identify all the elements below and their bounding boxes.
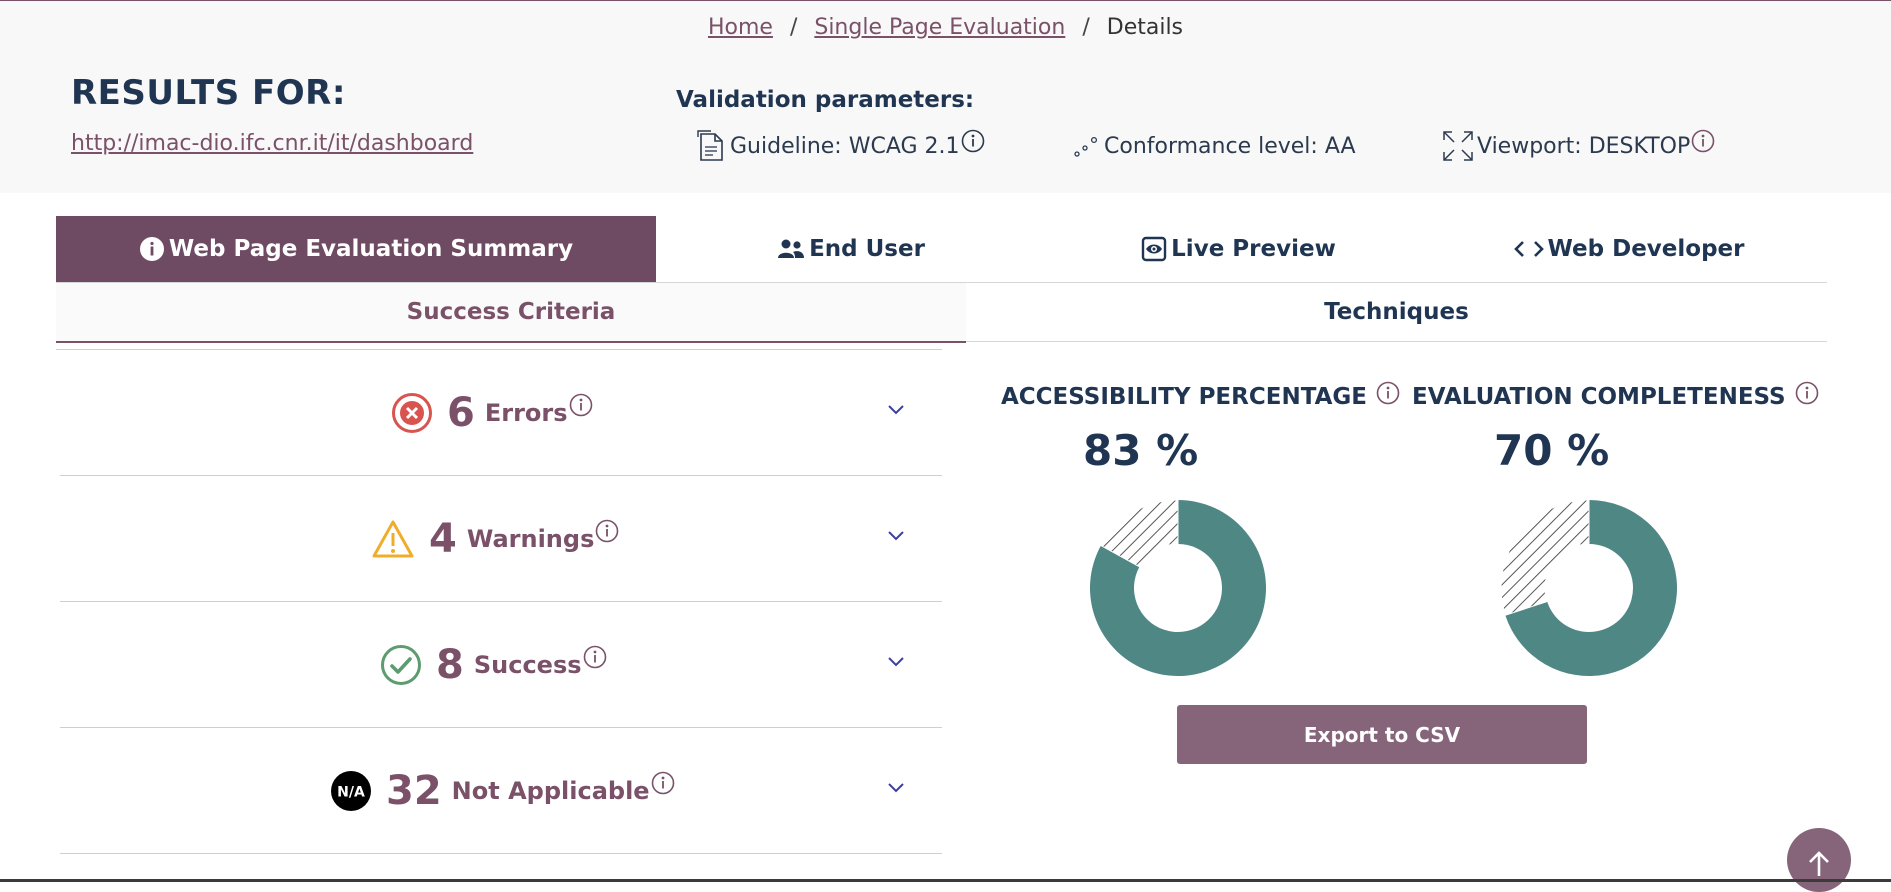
breadcrumb-home-link[interactable]: Home	[708, 15, 773, 40]
eye-icon	[1141, 236, 1167, 262]
info-icon[interactable]	[1690, 128, 1716, 154]
conformance-dots-icon	[1074, 136, 1098, 157]
errors-label: Errors	[484, 398, 568, 427]
criteria-row-success[interactable]: 8 Success	[60, 602, 942, 728]
error-x-circle-icon	[392, 392, 432, 433]
na-badge-text: N/A	[337, 784, 365, 800]
tab-web-developer[interactable]: Web Developer	[1431, 216, 1827, 282]
check-circle-icon	[381, 644, 421, 685]
success-label: Success	[473, 650, 582, 679]
results-header: Home / Single Page Evaluation / Details …	[0, 1, 1891, 193]
subtab-techniques[interactable]: Techniques	[966, 283, 1827, 342]
success-count: 8	[436, 641, 464, 688]
info-icon[interactable]	[650, 770, 676, 796]
evaluated-url-link[interactable]: http://imac-dio.ifc.cnr.it/it/dashboard	[71, 131, 473, 156]
breadcrumb-single-page-link[interactable]: Single Page Evaluation	[814, 15, 1065, 40]
criteria-row-warnings[interactable]: 4 Warnings	[60, 476, 942, 602]
validation-parameters-title: Validation parameters:	[676, 87, 975, 113]
criteria-summary: 4 Warnings	[371, 476, 620, 601]
info-icon[interactable]	[594, 518, 620, 544]
tab-label: Live Preview	[1171, 236, 1336, 262]
export-csv-button[interactable]: Export to CSV	[1177, 705, 1587, 764]
arrow-up-icon	[1809, 851, 1829, 876]
people-icon	[778, 239, 805, 258]
chevron-down-icon[interactable]	[886, 528, 906, 542]
expand-arrows-icon	[1443, 131, 1473, 161]
completeness-donut-chart	[1500, 499, 1677, 676]
metric-title-text: ACCESSIBILITY PERCENTAGE	[1001, 384, 1367, 410]
tab-live-preview[interactable]: Live Preview	[1046, 216, 1431, 282]
breadcrumb-separator: /	[1082, 15, 1090, 40]
chevron-down-icon[interactable]	[886, 780, 906, 794]
info-icon[interactable]	[1375, 380, 1401, 406]
guideline-param: Guideline: WCAG 2.1	[696, 129, 986, 163]
conformance-label: Conformance level: AA	[1104, 133, 1356, 159]
document-icon	[697, 130, 723, 161]
subtab-success-criteria[interactable]: Success Criteria	[56, 283, 966, 343]
tab-label: Web Developer	[1547, 236, 1745, 262]
accessibility-percentage-title: ACCESSIBILITY PERCENTAGE	[1001, 381, 1401, 410]
conformance-param: Conformance level: AA	[1072, 129, 1356, 163]
main-tabs: Web Page Evaluation Summary End User Liv…	[56, 216, 1827, 283]
tab-end-user[interactable]: End User	[656, 216, 1046, 282]
accessibility-donut-chart	[1090, 499, 1266, 676]
warning-triangle-icon	[372, 520, 414, 557]
evaluation-completeness-value: 70 %	[1494, 426, 1610, 475]
tab-label: End User	[809, 236, 925, 262]
completeness-remaining-segment	[1500, 499, 1590, 616]
na-badge-icon: N/A	[331, 770, 371, 811]
not-applicable-count: 32	[386, 767, 442, 814]
accessibility-percentage-value: 83 %	[1083, 426, 1199, 475]
info-icon[interactable]	[960, 128, 986, 154]
evaluation-completeness-title: EVALUATION COMPLETENESS	[1412, 381, 1820, 410]
code-icon	[1513, 241, 1544, 257]
info-icon[interactable]	[582, 644, 608, 670]
breadcrumb: Home / Single Page Evaluation / Details	[0, 15, 1891, 40]
criteria-row-not-applicable[interactable]: N/A 32 Not Applicable	[60, 728, 942, 854]
info-icon[interactable]	[1794, 380, 1820, 406]
results-title: RESULTS FOR:	[71, 73, 346, 113]
chevron-down-icon[interactable]	[886, 654, 906, 668]
tab-label: Web Page Evaluation Summary	[168, 236, 574, 262]
warnings-label: Warnings	[466, 524, 595, 553]
chevron-down-icon[interactable]	[886, 402, 906, 416]
criteria-summary: N/A 32 Not Applicable	[330, 728, 676, 853]
scroll-to-top-button[interactable]	[1787, 828, 1851, 892]
criteria-summary: 6 Errors	[391, 350, 594, 475]
criteria-row-errors[interactable]: 6 Errors	[60, 350, 942, 476]
warnings-count: 4	[429, 515, 457, 562]
breadcrumb-current: Details	[1106, 15, 1184, 40]
breadcrumb-separator: /	[789, 15, 798, 40]
viewport-param: Viewport: DESKTOP	[1441, 129, 1716, 163]
guideline-label: Guideline: WCAG 2.1	[730, 133, 960, 159]
criteria-summary: 8 Success	[380, 602, 608, 727]
tab-web-page-evaluation-summary[interactable]: Web Page Evaluation Summary	[56, 216, 656, 282]
info-circle-icon	[139, 237, 164, 261]
info-icon[interactable]	[568, 392, 594, 418]
metric-title-text: EVALUATION COMPLETENESS	[1412, 384, 1786, 410]
not-applicable-label: Not Applicable	[451, 776, 650, 805]
viewport-label: Viewport: DESKTOP	[1477, 133, 1691, 159]
errors-count: 6	[447, 389, 475, 436]
